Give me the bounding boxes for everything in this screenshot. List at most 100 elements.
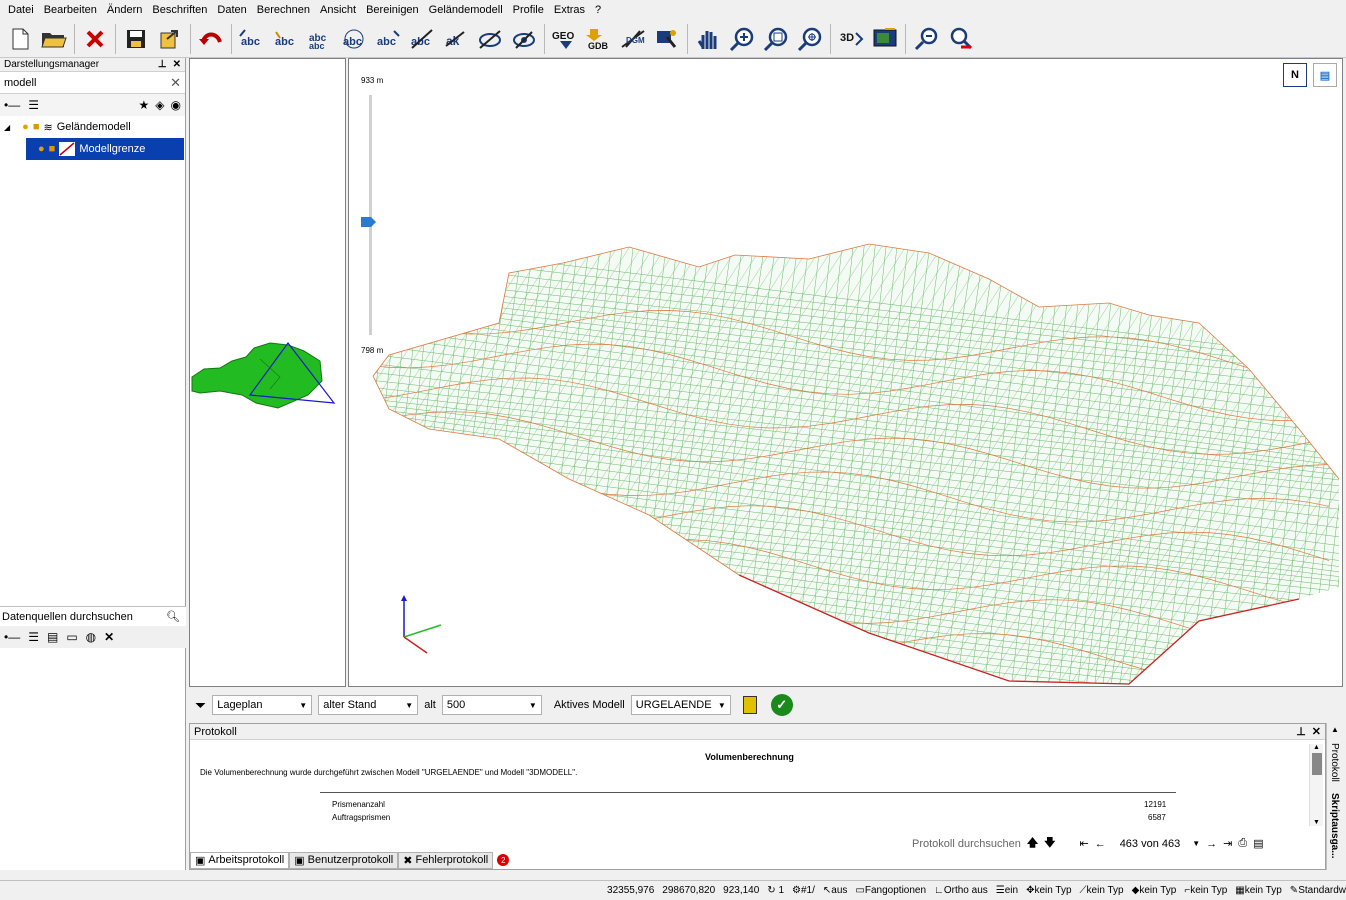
close-icon[interactable]: ✕ [104, 630, 114, 644]
state-select[interactable]: alter Stand ▼ [318, 695, 419, 715]
close-icon[interactable]: ✕ [173, 59, 181, 70]
first-page-icon[interactable]: ⇤ [1079, 837, 1088, 850]
scroll-up-icon[interactable]: ▲ [1310, 744, 1323, 751]
save-icon[interactable] [119, 22, 153, 56]
label-ak-icon[interactable]: ak [439, 22, 473, 56]
view-settings-button[interactable]: ▤ [1313, 63, 1337, 87]
last-page-icon[interactable]: ⇥ [1223, 837, 1232, 850]
undo-icon[interactable] [194, 22, 228, 56]
protokoll-scrollbar[interactable]: ▲ ▼ [1309, 744, 1323, 826]
label-abc-rotate-icon[interactable]: abc [337, 22, 371, 56]
zoom-window-icon[interactable] [759, 22, 793, 56]
display-icon[interactable] [868, 22, 902, 56]
folder-icon[interactable]: ▭ [66, 630, 77, 644]
pick-icon[interactable] [909, 22, 943, 56]
filter-icon[interactable]: ⏷ [195, 697, 206, 714]
label-abc-move-icon[interactable]: abc abc [303, 22, 337, 56]
dgm-icon[interactable]: DGM [616, 22, 650, 56]
label-abc-edit-icon[interactable]: abc [269, 22, 303, 56]
type-status-4[interactable]: ⌐kein Typ [1184, 885, 1227, 896]
side-tab-skriptausgabe[interactable]: Skriptausga... [1329, 793, 1340, 859]
list-view-icon[interactable]: ☰ [28, 630, 39, 644]
open-folder-icon[interactable] [37, 22, 71, 56]
tab-fehlerprotokoll[interactable]: ✖ Fehlerprotokoll [398, 851, 494, 869]
lock-icon[interactable]: ■ [33, 121, 40, 133]
arrow-down-icon[interactable]: 🡇 [1044, 834, 1055, 853]
print-icon[interactable]: ⎙ [1238, 837, 1247, 850]
list-view-icon[interactable]: ☰ [28, 98, 39, 112]
arrow-up-icon[interactable]: 🡅 [1027, 834, 1038, 853]
search-icon[interactable]: 🔍︎ [166, 610, 180, 623]
globe-icon[interactable]: ◍ [86, 630, 96, 644]
view-select[interactable]: Lageplan ▼ [212, 695, 313, 715]
clear-search-icon[interactable]: ✕ [170, 75, 181, 91]
collapse-all-icon[interactable]: •— [4, 630, 20, 644]
3d-view[interactable]: 933 m 798 m N ▤ [348, 58, 1343, 687]
layer-status[interactable]: ⚙#1/ [792, 885, 815, 896]
gdb-icon[interactable]: GDB [582, 22, 616, 56]
view-3d-icon[interactable]: 3D [834, 22, 868, 56]
close-icon[interactable]: ✕ [1312, 725, 1321, 738]
type-status-1[interactable]: ✥kein Typ [1026, 885, 1071, 896]
type-status-2[interactable]: ⟋kein Typ [1080, 885, 1124, 896]
menu-daten[interactable]: Daten [212, 0, 251, 20]
pin-icon[interactable]: ⊥ [1296, 725, 1306, 738]
lock-icon[interactable]: ■ [49, 143, 56, 155]
tree-item-modellgrenze[interactable]: ● ■ Modellgrenze [26, 138, 184, 160]
layer-search-input[interactable]: modell [4, 77, 36, 89]
hand-pan-icon[interactable] [691, 22, 725, 56]
north-button[interactable]: N [1283, 63, 1307, 87]
scroll-down-icon[interactable]: ▼ [1310, 819, 1323, 826]
datenquellen-search-input[interactable]: Datenquellen durchsuchen [2, 611, 133, 623]
search-erase-icon[interactable] [943, 22, 977, 56]
rotation-status[interactable]: ↻ 1 [767, 885, 784, 896]
scroll-thumb[interactable] [1311, 753, 1322, 775]
menu-profile[interactable]: Profile [508, 0, 549, 20]
zoom-extent-icon[interactable] [793, 22, 827, 56]
menu-aendern[interactable]: Ändern [102, 0, 147, 20]
menu-help[interactable]: ? [590, 0, 606, 20]
layers-icon[interactable]: ◈ [155, 98, 164, 112]
label-abc-icon[interactable]: abc [235, 22, 269, 56]
snap-status[interactable]: ↖aus [823, 885, 848, 896]
tree-item-gelaendemodell[interactable]: ◢ ● ■ ≋ Geländemodell [0, 116, 185, 138]
export-icon[interactable] [153, 22, 187, 56]
geo-icon[interactable]: GEO [548, 22, 582, 56]
new-file-icon[interactable] [3, 22, 37, 56]
prev-page-icon[interactable]: ← [1095, 838, 1106, 850]
overview-map[interactable] [189, 58, 346, 687]
menu-bereinigen[interactable]: Bereinigen [361, 0, 424, 20]
scale-select[interactable]: 500 ▼ [441, 695, 542, 715]
lightbulb-icon[interactable]: ● [22, 121, 29, 133]
label-abc-delete-icon[interactable]: abc [405, 22, 439, 56]
tab-arbeitsprotokoll[interactable]: ▣ Arbeitsprotokoll [190, 851, 290, 869]
expand-triangle-icon[interactable]: ◢ [4, 123, 10, 132]
apply-check-icon[interactable]: ✓ [770, 694, 793, 716]
label-show-icon[interactable] [507, 22, 541, 56]
page-dropdown-icon[interactable]: ▼ [1192, 839, 1200, 848]
save-log-icon[interactable]: ▤ [1253, 837, 1263, 850]
type-status-3[interactable]: ◆kein Typ [1132, 885, 1177, 896]
label-abc-copy-icon[interactable]: abc [371, 22, 405, 56]
menu-gelaendemodell[interactable]: Geländemodell [424, 0, 508, 20]
user-icon[interactable] [650, 22, 684, 56]
collapse-all-icon[interactable]: •— [4, 98, 20, 112]
snap-options-status[interactable]: ▭Fangoptionen [855, 885, 926, 896]
menu-berechnen[interactable]: Berechnen [252, 0, 315, 20]
visibility-eye-icon[interactable]: ◉ [171, 98, 181, 112]
grid-status[interactable]: ☰ein [996, 885, 1018, 896]
close-icon[interactable] [78, 22, 112, 56]
type-status-5[interactable]: ▦kein Typ [1235, 885, 1282, 896]
lightbulb-icon[interactable]: ● [38, 143, 45, 155]
document-icon[interactable]: ▤ [47, 630, 58, 644]
side-tab-protokoll[interactable]: Protokoll [1329, 743, 1340, 782]
protokoll-search-label[interactable]: Protokoll durchsuchen [912, 838, 1021, 850]
standard-status[interactable]: ✎Standardw [1290, 885, 1346, 896]
menu-beschriften[interactable]: Beschriften [147, 0, 212, 20]
menu-datei[interactable]: Datei [3, 0, 39, 20]
next-page-icon[interactable]: → [1206, 838, 1217, 850]
menu-ansicht[interactable]: Ansicht [315, 0, 361, 20]
model-info-icon[interactable] [742, 696, 757, 714]
zoom-in-icon[interactable] [725, 22, 759, 56]
scroll-up-icon[interactable]: ▲ [1331, 725, 1339, 734]
